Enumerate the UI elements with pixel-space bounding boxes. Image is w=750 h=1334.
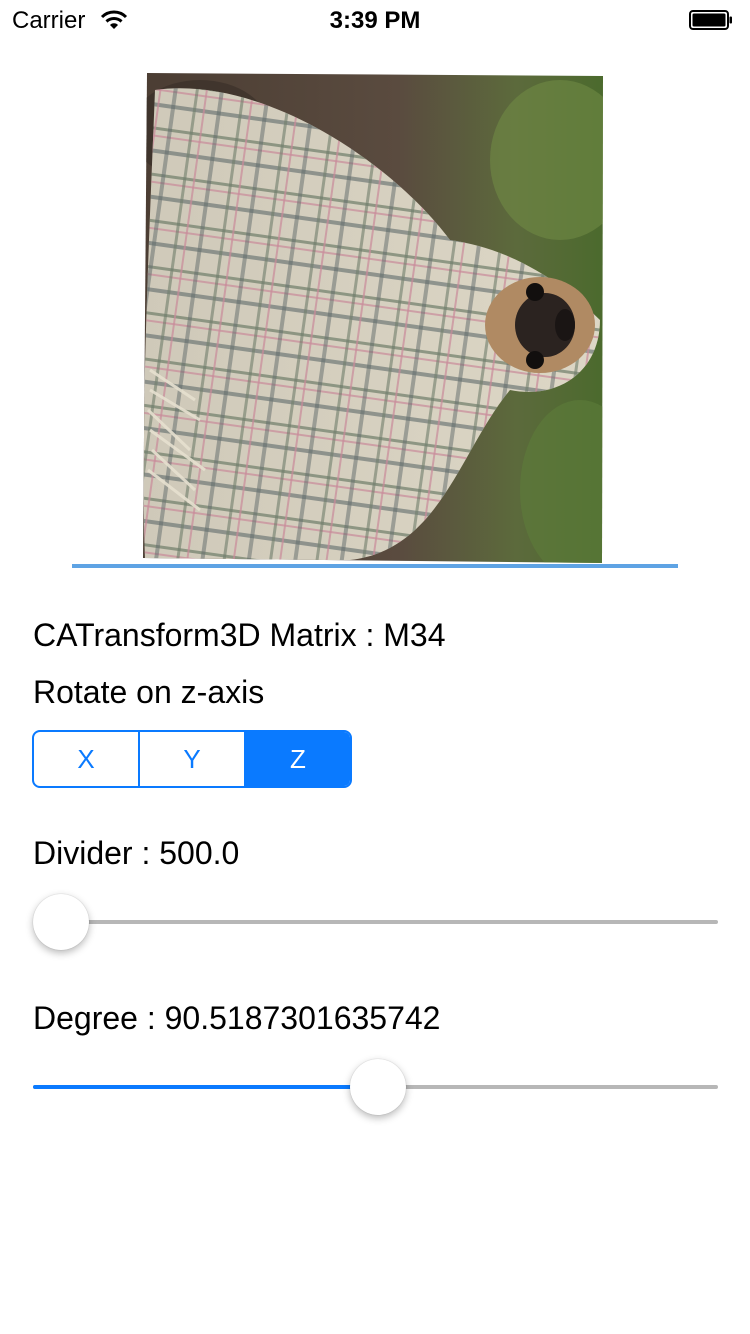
- degree-label: Degree : 90.5187301635742: [33, 1000, 441, 1036]
- battery-icon: [689, 10, 732, 30]
- divider-label: Divider : 500.0: [33, 835, 240, 871]
- segment-y[interactable]: Y: [140, 732, 246, 786]
- slider-fill: [33, 1085, 379, 1089]
- status-time: 3:39 PM: [329, 7, 421, 34]
- slider-thumb[interactable]: [33, 894, 89, 950]
- matrix-title: CATransform3D Matrix : M34: [33, 617, 446, 653]
- status-bar: Carrier 3:39 PM: [0, 0, 750, 40]
- divider-slider[interactable]: [33, 892, 718, 952]
- segment-x[interactable]: X: [34, 732, 140, 786]
- slider-track: [33, 920, 718, 924]
- slider-thumb[interactable]: [350, 1059, 407, 1115]
- segment-z[interactable]: Z: [246, 732, 350, 786]
- degree-slider[interactable]: [33, 1057, 718, 1117]
- pug-photo: [143, 73, 603, 563]
- axis-segmented-control[interactable]: X Y Z: [32, 730, 352, 788]
- image-underline: [72, 564, 678, 568]
- rotate-axis-label: Rotate on z-axis: [33, 674, 265, 710]
